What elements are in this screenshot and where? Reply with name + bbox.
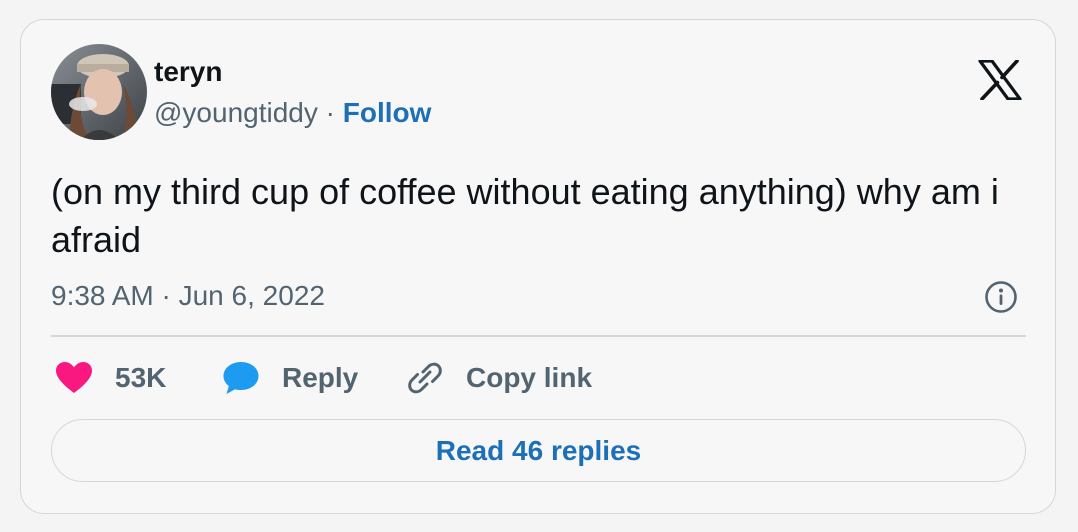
x-logo-icon[interactable] xyxy=(978,59,1022,101)
tweet-text: (on my third cup of coffee without eatin… xyxy=(51,171,999,260)
divider xyxy=(51,335,1026,337)
tweet-card: teryn @youngtiddy · Follow (on my third … xyxy=(20,19,1056,514)
speech-bubble-icon xyxy=(223,362,259,394)
copy-link-label: Copy link xyxy=(466,362,593,393)
link-icon xyxy=(408,362,442,394)
heart-icon xyxy=(56,362,92,393)
reply-label: Reply xyxy=(282,362,359,393)
follow-button[interactable]: Follow xyxy=(343,97,432,128)
author-handle[interactable]: @youngtiddy xyxy=(154,97,318,128)
display-name[interactable]: teryn xyxy=(154,56,222,88)
copy-link-button[interactable]: Copy link xyxy=(406,358,592,398)
tweet-timestamp[interactable]: 9:38 AM · Jun 6, 2022 xyxy=(51,279,325,313)
like-count: 53K xyxy=(115,362,167,393)
info-icon[interactable] xyxy=(984,280,1018,314)
author-handle-row: @youngtiddy · Follow xyxy=(154,96,431,130)
avatar[interactable] xyxy=(51,44,147,140)
handle-separator: · xyxy=(325,97,335,128)
reply-button[interactable]: Reply xyxy=(222,358,358,398)
like-button[interactable]: 53K xyxy=(55,358,166,398)
read-replies-button[interactable]: Read 46 replies xyxy=(51,419,1026,482)
